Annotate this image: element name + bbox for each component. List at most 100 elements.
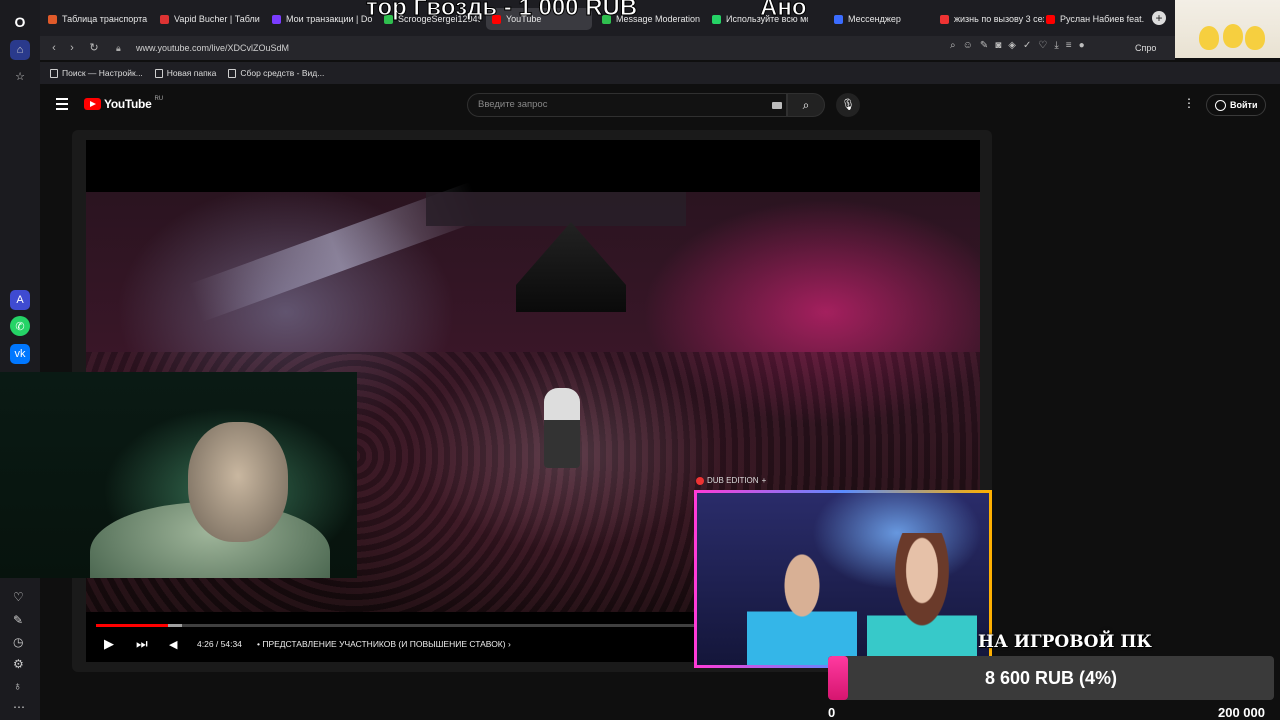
home-icon[interactable]: ⌂ bbox=[10, 40, 30, 60]
tab-favicon-icon bbox=[48, 14, 57, 24]
emoji-icon[interactable]: ☺ bbox=[963, 40, 973, 51]
download-icon[interactable]: ⤓ bbox=[1054, 40, 1058, 51]
search-input[interactable]: Введите запрос bbox=[467, 93, 787, 117]
lock-icon[interactable]: 🔒︎ bbox=[116, 40, 121, 56]
guests-video bbox=[694, 490, 992, 668]
menu-icon[interactable]: ≡ bbox=[1066, 40, 1072, 51]
toolbar-icons: ⌕ ☺ ✎ ◙ ◈ ✓ ♡ ⤓ ≡ ● bbox=[950, 40, 1085, 51]
tab-label: жизнь по вызову 3 сезо bbox=[954, 14, 1044, 24]
tab-favicon-icon bbox=[272, 14, 281, 24]
tab-label: Мои транзакции | Dona bbox=[286, 14, 372, 24]
search-icon[interactable]: ⌕ bbox=[950, 40, 956, 51]
folder-icon bbox=[154, 68, 163, 78]
settings-icon[interactable]: ⚙ bbox=[13, 657, 24, 671]
bookmark-label: Сбор средств - Вид... bbox=[240, 68, 325, 78]
aria-ai-icon[interactable]: A bbox=[10, 290, 30, 310]
tab[interactable]: Мои транзакции | Dona bbox=[272, 8, 372, 30]
buffer-bar bbox=[167, 624, 182, 627]
vk-icon[interactable]: vk bbox=[10, 344, 30, 364]
chapter-title[interactable]: • ПРЕДСТАВЛЕНИЕ УЧАСТНИКОВ (И ПОВЫШЕНИЕ … bbox=[257, 639, 511, 649]
more-options-icon[interactable]: ⋮ bbox=[1183, 96, 1195, 110]
next-icon[interactable]: ⏭︎ bbox=[136, 636, 148, 652]
guests-label-text: DUB EDITION bbox=[707, 476, 759, 485]
goal-amount: 8 600 RUB (4%) bbox=[984, 668, 1118, 688]
youtube-logo[interactable]: YouTube RU bbox=[84, 96, 164, 111]
tab[interactable]: Мессенджер bbox=[834, 8, 934, 30]
keyboard-icon[interactable] bbox=[772, 102, 782, 109]
bookmark-folder[interactable]: Новая папка bbox=[154, 68, 217, 78]
search-button[interactable]: ⌕ bbox=[787, 93, 825, 117]
search-icon: ⌕ bbox=[802, 98, 810, 112]
opera-logo-icon[interactable]: O bbox=[10, 12, 30, 32]
chicks-image bbox=[1175, 0, 1280, 58]
time-display: 4:26 / 54:34 bbox=[197, 639, 242, 649]
page-icon bbox=[228, 68, 237, 78]
goal-progress-bar: 8 600 RUB (4%) bbox=[828, 656, 1274, 700]
back-icon[interactable]: ‹ bbox=[46, 40, 62, 56]
tab-favicon-icon bbox=[160, 14, 169, 24]
address-bar: ‹ › ↻ 🔒︎ www.youtube.com/live/XDCvlZOuSd… bbox=[40, 36, 1175, 60]
tab-label: Мессенджер bbox=[848, 14, 901, 24]
microphone-icon: 🎙︎ bbox=[841, 99, 855, 111]
camera-icon[interactable]: ◙ bbox=[995, 40, 1001, 51]
play-icon[interactable]: ▶ bbox=[104, 636, 114, 652]
chapter-label: • ПРЕДСТАВЛЕНИЕ УЧАСТНИКОВ (И ПОВЫШЕНИЕ … bbox=[257, 639, 506, 649]
page-icon bbox=[50, 68, 58, 78]
bookmark-label: Новая папка bbox=[166, 68, 217, 78]
volume-icon[interactable]: ◀ bbox=[169, 638, 177, 651]
donation-alert-text: тор Гвоздь - 1 000 RUB bbox=[365, 0, 638, 22]
bookmark-label: Поиск — Настройк... bbox=[62, 68, 143, 78]
goal-max: 200 000 bbox=[1218, 705, 1265, 720]
chevron-right-icon: › bbox=[507, 639, 511, 649]
bookmarks-bar: Поиск — Настройк... Новая папка Сбор сре… bbox=[40, 62, 1280, 84]
profile-icon[interactable]: ● bbox=[1079, 40, 1085, 51]
voice-search-button[interactable]: 🎙︎ bbox=[836, 93, 860, 117]
tab-label: Таблица транспорта - Т bbox=[62, 14, 148, 24]
signin-button[interactable]: Войти bbox=[1206, 94, 1267, 116]
opera-sidebar: O ⌂ ☆ A ✆ vk ♡ ✎ ◷ ⚙ ♁ ⋯ bbox=[0, 0, 40, 720]
screen: O ⌂ ☆ A ✆ vk ♡ ✎ ◷ ⚙ ♁ ⋯ Таблица транспо… bbox=[0, 0, 1280, 720]
youtube-header: YouTube RU Введите запрос ⌕ 🎙︎ ⋮ Войти bbox=[40, 86, 1280, 124]
tab-label: Руслан Набиев feat. А bbox=[1060, 14, 1146, 24]
tab-favicon-icon bbox=[1046, 14, 1055, 24]
youtube-play-icon bbox=[84, 98, 101, 110]
shield-icon[interactable]: ◈ bbox=[1008, 40, 1016, 51]
forward-icon[interactable]: › bbox=[64, 40, 80, 56]
donation-alert-author: Ано bbox=[760, 0, 807, 22]
lightbulb-icon[interactable]: ♁ bbox=[13, 679, 22, 693]
tab-label: Vapid Bucher | Таблица bbox=[174, 14, 260, 24]
heart-icon[interactable]: ♡ bbox=[1038, 40, 1047, 51]
extension-icon[interactable]: ✎ bbox=[980, 40, 988, 51]
bookmark-item[interactable]: Поиск — Настройк... bbox=[50, 68, 143, 78]
youtube-logo-text: YouTube bbox=[104, 97, 152, 111]
tab[interactable]: Vapid Bucher | Таблица bbox=[160, 8, 260, 30]
guests-webcam-panel: DUB EDITION + bbox=[694, 474, 992, 668]
tab-favicon-icon bbox=[940, 14, 949, 24]
tab[interactable]: Руслан Набиев feat. А bbox=[1046, 8, 1146, 30]
history-icon[interactable]: ◷ bbox=[13, 635, 23, 649]
whatsapp-icon[interactable]: ✆ bbox=[10, 316, 30, 336]
account-icon bbox=[1215, 99, 1226, 111]
check-icon[interactable]: ✓ bbox=[1023, 40, 1031, 51]
star-icon[interactable]: ☆ bbox=[10, 66, 30, 86]
streamer-webcam bbox=[0, 372, 357, 578]
url-field[interactable]: www.youtube.com/live/XDCvlZOuSdM bbox=[136, 40, 289, 56]
region-code: RU bbox=[154, 96, 164, 102]
hamburger-menu-icon[interactable] bbox=[56, 98, 68, 110]
plus-icon: + bbox=[761, 476, 767, 485]
goal-title: НА ИГРОВОЙ ПК bbox=[978, 632, 1152, 652]
record-dot-icon bbox=[696, 476, 704, 485]
heart-icon[interactable]: ♡ bbox=[13, 590, 24, 604]
new-tab-plus-icon[interactable]: + bbox=[1152, 11, 1166, 25]
signin-label: Войти bbox=[1230, 100, 1258, 110]
bookmark-item[interactable]: Сбор средств - Вид... bbox=[228, 68, 324, 78]
side-panel-label[interactable]: Спро bbox=[1135, 40, 1156, 56]
tab-favicon-icon bbox=[834, 14, 843, 24]
edit-icon[interactable]: ✎ bbox=[13, 613, 23, 627]
tab-favicon-icon bbox=[712, 14, 721, 24]
tab[interactable]: жизнь по вызову 3 сезо bbox=[940, 8, 1044, 30]
more-icon[interactable]: ⋯ bbox=[13, 700, 25, 714]
tab[interactable]: Таблица транспорта - Т bbox=[48, 8, 148, 30]
reload-icon[interactable]: ↻ bbox=[86, 40, 102, 56]
progress-fill bbox=[96, 624, 168, 627]
